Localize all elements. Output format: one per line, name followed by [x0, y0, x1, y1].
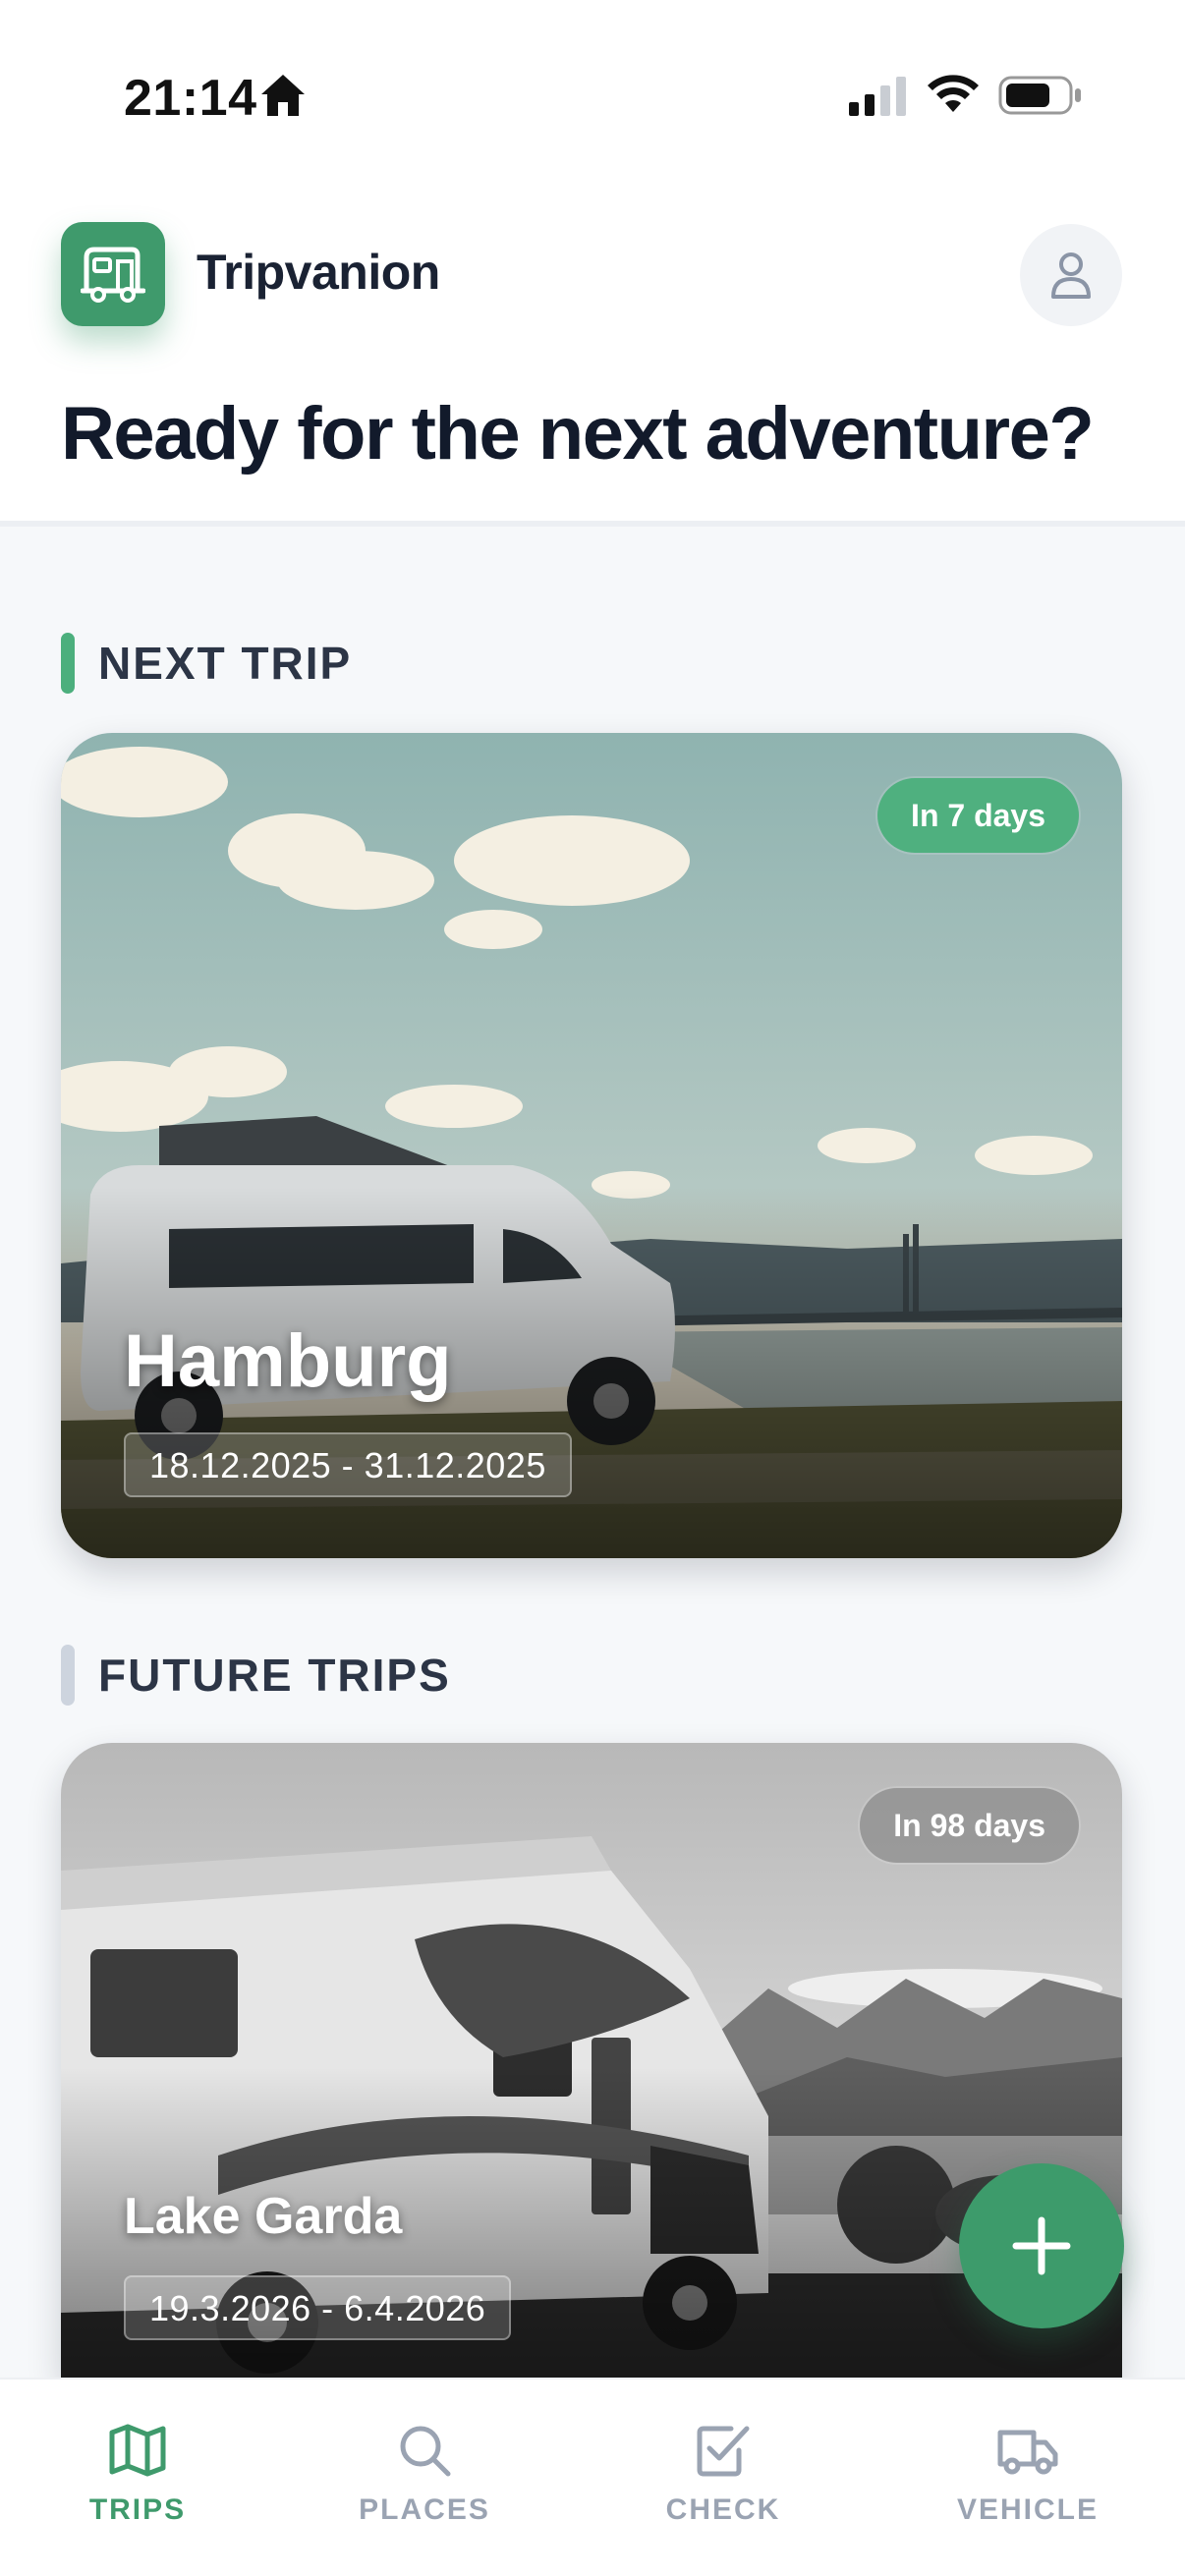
camper-van-icon [81, 247, 145, 303]
nav-label-trips: TRIPS [88, 2493, 187, 2526]
truck-icon [997, 2430, 1058, 2475]
app-logo [61, 222, 165, 326]
user-icon [1051, 252, 1091, 299]
app-header: Tripvanion Ready for the next adventure? [0, 187, 1185, 527]
app-name: Tripvanion [197, 245, 440, 300]
section-title-next-trip: NEXT TRIP [61, 633, 352, 694]
trip-dates: 18.12.2025 - 31.12.2025 [124, 1432, 572, 1497]
next-trip-card[interactable]: In 7 days Hamburg 18.12.2025 - 31.12.202… [61, 733, 1122, 1558]
page-headline: Ready for the next adventure? [61, 392, 1095, 476]
wifi-icon [928, 75, 979, 112]
profile-button[interactable] [1020, 224, 1122, 326]
trip-dates: 19.3.2026 - 6.4.2026 [124, 2275, 512, 2340]
bottom-navigation: TRIPS PLACES CHECK VEHICLE [0, 2378, 1185, 2576]
status-bar: 21:14 [0, 0, 1185, 187]
add-trip-button[interactable] [959, 2163, 1124, 2328]
trip-title: Hamburg [124, 1319, 452, 1403]
nav-tab-check[interactable]: CHECK [615, 2423, 831, 2560]
nav-label-places: PLACES [359, 2493, 490, 2526]
countdown-badge: In 98 days [860, 1788, 1079, 1863]
future-trip-card[interactable]: In 98 days Lake Garda 19.3.2026 - 6.4.20… [61, 1743, 1122, 2378]
nav-tab-places[interactable]: PLACES [316, 2423, 533, 2560]
home-icon [261, 75, 305, 116]
map-icon [109, 2424, 166, 2477]
section-title-future-trips: FUTURE TRIPS [61, 1645, 451, 1706]
search-icon [400, 2426, 451, 2477]
plus-icon [1012, 2216, 1071, 2275]
nav-tab-vehicle[interactable]: VEHICLE [920, 2423, 1136, 2560]
cellular-signal-icon [849, 77, 906, 116]
nav-label-check: CHECK [665, 2493, 781, 2526]
battery-icon [998, 76, 1081, 115]
nav-label-vehicle: VEHICLE [956, 2493, 1100, 2526]
trip-title: Lake Garda [124, 2188, 403, 2245]
status-time: 21:14 [124, 70, 257, 127]
nav-tab-trips[interactable]: TRIPS [29, 2423, 246, 2560]
checkbox-icon [697, 2426, 750, 2477]
countdown-badge: In 7 days [877, 778, 1079, 853]
